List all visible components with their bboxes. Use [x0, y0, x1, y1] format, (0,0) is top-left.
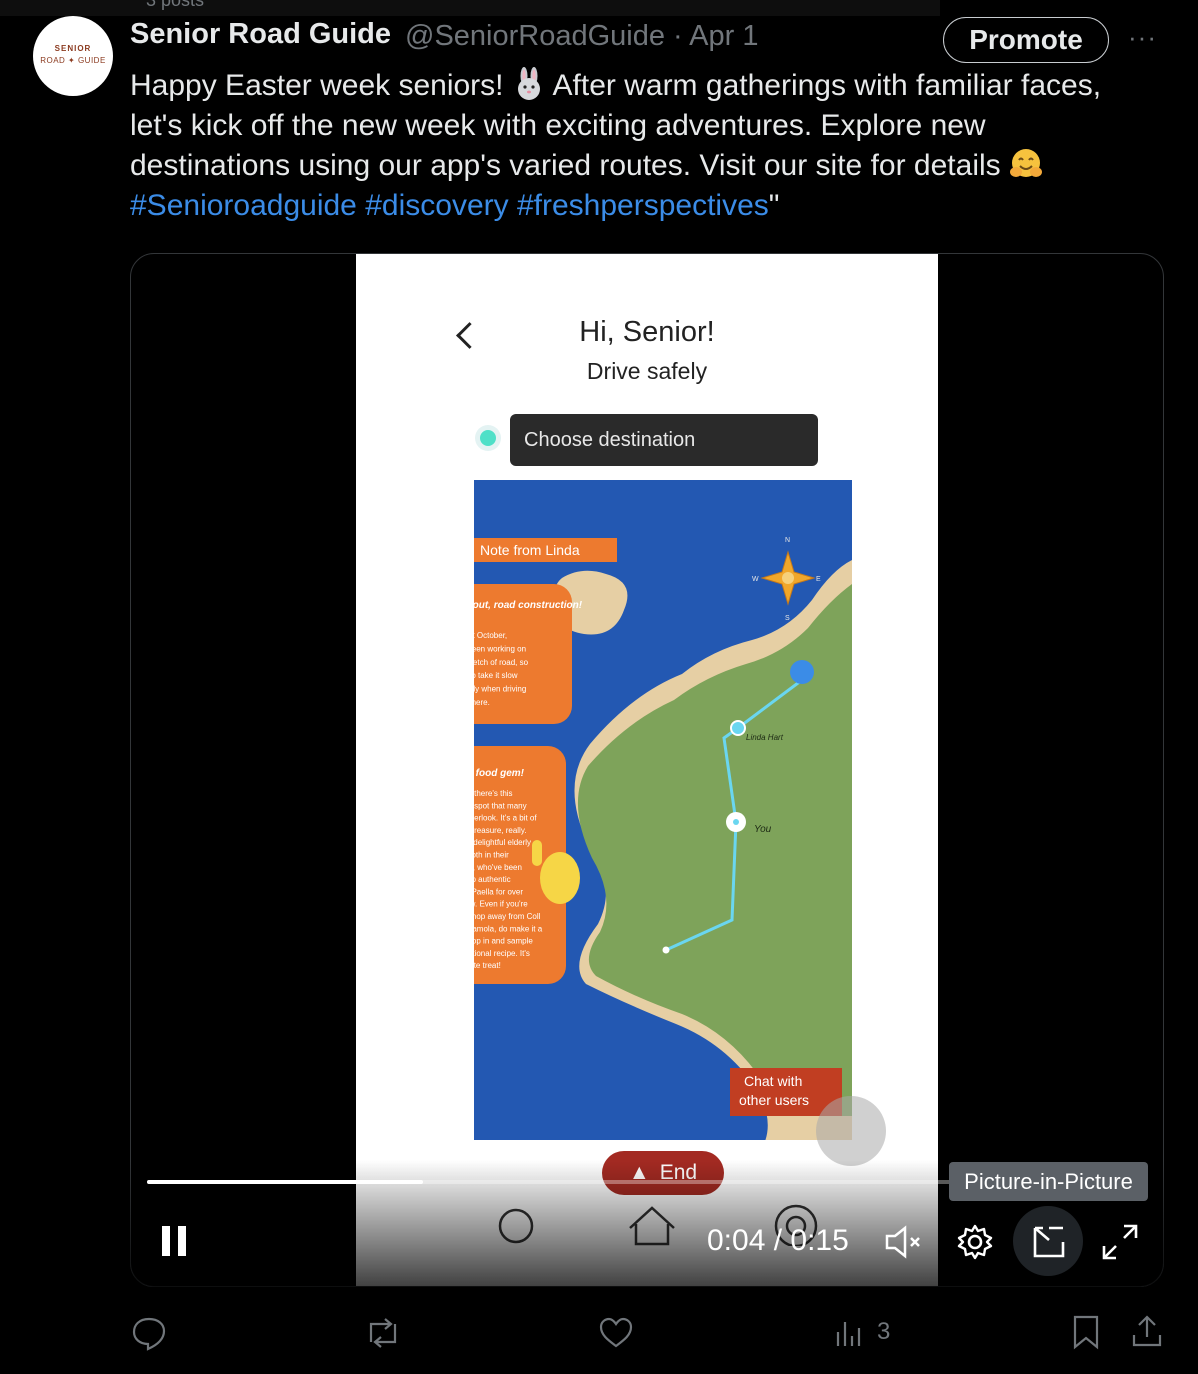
card-text-line: Run by a delightful elderly	[474, 838, 531, 847]
chat-line1: Chat with	[744, 1073, 802, 1089]
bookmark-icon[interactable]	[1071, 1314, 1101, 1350]
compass-w: W	[752, 576, 759, 583]
share-icon[interactable]	[1130, 1313, 1164, 1349]
progress-bar-fill	[147, 1180, 423, 1184]
more-options-icon[interactable]: ···	[1128, 22, 1157, 53]
chat-line2: other users	[739, 1092, 809, 1108]
card2-title: Hidden food gem!	[474, 768, 525, 779]
hashtag-link[interactable]: #freshperspectives	[517, 189, 769, 222]
card-text-line: Mallorca Paella for over	[474, 887, 523, 896]
avatar[interactable]: SENIOR ROAD ✦ GUIDE	[33, 16, 113, 96]
pip-tooltip: Picture-in-Picture	[949, 1162, 1148, 1201]
post-text-part1: Happy Easter week seniors!	[130, 69, 512, 102]
compass-s: S	[785, 615, 790, 622]
card-text-line: it's best to take it slow	[474, 671, 518, 680]
author-name[interactable]: Senior Road Guide	[130, 18, 391, 51]
app-greeting: Hi, Senior!	[579, 316, 715, 348]
views-chart-icon[interactable]	[834, 1318, 864, 1348]
card-text-line: a hidden treasure, really.	[474, 826, 526, 835]
home-icon	[629, 1206, 675, 1246]
card-text-line: and steady when driving	[474, 685, 526, 694]
avatar-line1: SENIOR	[54, 44, 92, 53]
touch-indicator	[816, 1096, 886, 1166]
card-text-line: an absolute treat!	[474, 961, 501, 970]
card-text-line: charming spot that many	[474, 801, 527, 810]
app-map: Linda Hart You N S E W Note from Linda W…	[474, 480, 852, 1140]
video-frame[interactable]: Hi, Senior! Drive safely Choose destinat…	[356, 254, 938, 1286]
avatar-line2: ROAD ✦ GUIDE	[40, 56, 106, 65]
app-subtitle: Drive safely	[586, 358, 708, 384]
hashtag-link[interactable]: #Senioroadguide	[130, 189, 357, 222]
route-waypoint	[730, 720, 746, 736]
card-text-line: Since last October,	[474, 631, 507, 640]
rabbit-emoji-icon	[517, 67, 540, 100]
route-start	[662, 946, 670, 954]
views-count: 3	[877, 1318, 891, 1345]
card-text-line: rustling up authentic	[474, 875, 511, 884]
video-time: 0:04 / 0:15	[707, 1224, 849, 1257]
card-text-line: couple, both in their	[474, 851, 509, 860]
compass-n: N	[785, 537, 790, 544]
hashtag-link[interactable]: #discovery	[365, 189, 508, 222]
destination-marker	[790, 660, 814, 684]
card-text-line: 12 km stretch of road, so	[474, 658, 529, 667]
destination-field: Choose destination	[510, 414, 818, 466]
card-text-line: they've been working on	[474, 644, 526, 653]
posts-count: 3 posts	[146, 0, 205, 10]
map-label-linda: Linda Hart	[746, 733, 784, 742]
card1-title: Watch out, road construction!	[474, 600, 583, 611]
location-dot-icon	[480, 430, 496, 446]
post-text-end: "	[768, 189, 780, 222]
promote-button[interactable]: Promote	[943, 17, 1109, 63]
card-text-line: years now. Even if you're	[474, 900, 528, 909]
like-heart-icon[interactable]	[598, 1316, 634, 1350]
card-text-line: through there.	[474, 698, 490, 707]
muted-volume-icon[interactable]	[883, 1224, 927, 1260]
card-text-line: point to pop in and sample	[474, 937, 533, 946]
search-icon	[498, 1208, 534, 1244]
card-text-line: In 30 km, there's this	[474, 789, 513, 798]
author-handle-date[interactable]: @SeniorRoadGuide · Apr 1	[405, 20, 758, 53]
hugging-face-emoji-icon	[1009, 149, 1042, 177]
card-text-line: their traditional recipe. It's	[474, 949, 530, 958]
you-marker-center	[733, 819, 739, 825]
note-label: Note from Linda	[480, 542, 580, 558]
card-text-line: De Sa Gramola, do make it a	[474, 924, 543, 933]
reply-icon[interactable]	[131, 1315, 167, 1351]
timeline-header: 3 posts	[0, 0, 940, 16]
card-text-line: seventies, who've been	[474, 863, 522, 872]
picture-in-picture-button[interactable]	[1013, 1206, 1083, 1276]
pause-icon[interactable]	[160, 1224, 190, 1258]
settings-gear-icon[interactable]	[955, 1222, 995, 1262]
map-label-you: You	[754, 824, 772, 835]
compass-e: E	[816, 576, 821, 583]
card-text-line: tend to overlook. It's a bit of	[474, 814, 537, 823]
end-navigation-button: ▲ End	[602, 1151, 724, 1195]
repost-icon[interactable]	[363, 1316, 403, 1350]
card-text-line: merely a hop away from Coll	[474, 912, 541, 921]
post-text: Happy Easter week seniors! After warm ga…	[130, 66, 1150, 226]
picture-in-picture-icon	[1033, 1226, 1065, 1258]
fullscreen-icon[interactable]	[1100, 1222, 1140, 1262]
